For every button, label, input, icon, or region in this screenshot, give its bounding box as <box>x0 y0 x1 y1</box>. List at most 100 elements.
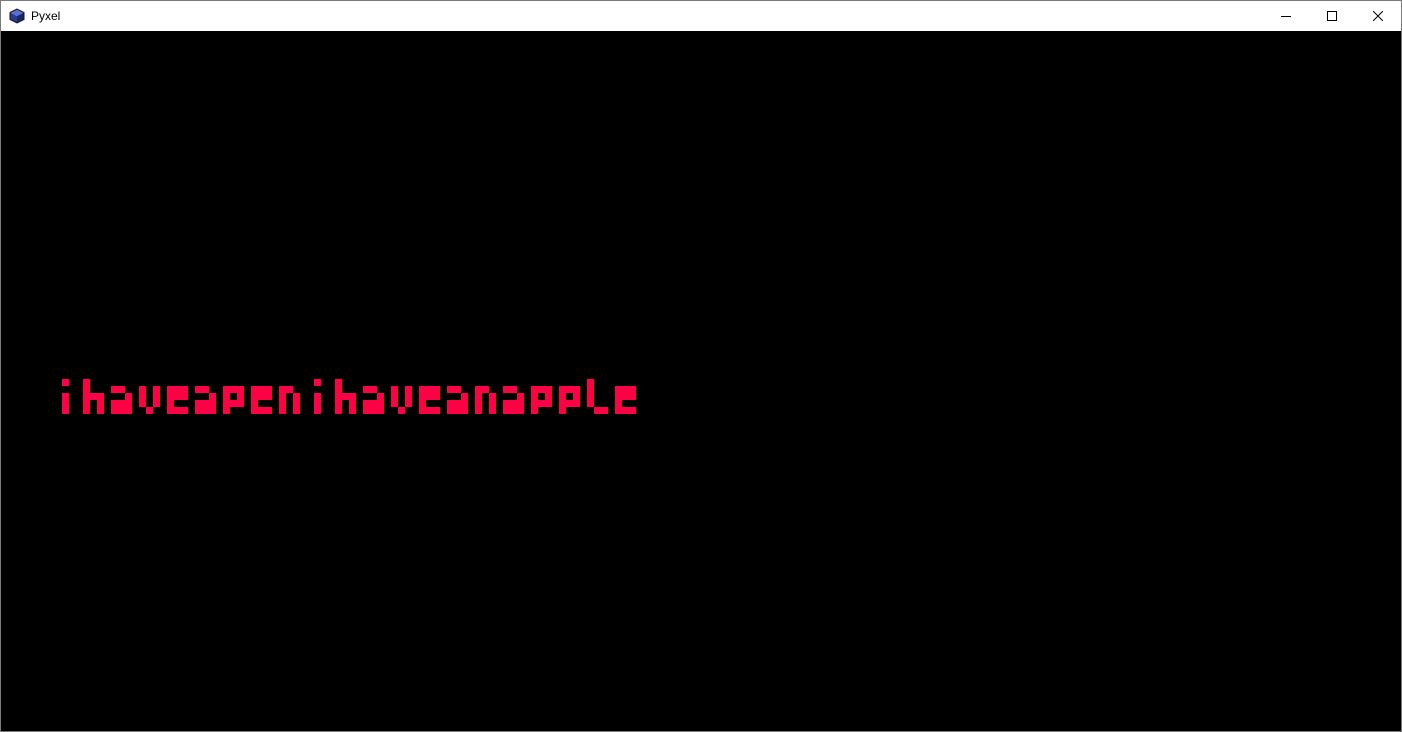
pixel-char-p <box>531 386 552 414</box>
pixel-char-e <box>615 386 636 414</box>
pixel <box>125 393 132 400</box>
pixel <box>391 393 398 400</box>
pixel <box>181 386 188 393</box>
pixel <box>622 393 629 400</box>
pixel <box>293 400 300 407</box>
pixel <box>405 393 412 400</box>
pixel <box>615 400 622 407</box>
pixel <box>538 386 545 393</box>
minimize-button[interactable] <box>1263 1 1309 31</box>
pixel <box>342 393 349 400</box>
close-button[interactable] <box>1355 1 1401 31</box>
pixel <box>629 386 636 393</box>
pixel <box>335 407 342 414</box>
pixel <box>398 407 405 414</box>
pixel <box>587 400 594 407</box>
pixel <box>510 407 517 414</box>
pixel <box>139 386 146 393</box>
pixel <box>237 400 244 407</box>
pixel <box>377 407 384 414</box>
pixel <box>370 386 377 393</box>
pixel <box>118 407 125 414</box>
pixel <box>573 386 580 393</box>
pixel-char-e <box>251 386 272 414</box>
pixel-char-e <box>167 386 188 414</box>
pixel <box>419 393 426 400</box>
pixel-char-a <box>111 386 132 414</box>
pixel <box>83 379 90 386</box>
pixel <box>433 386 440 393</box>
pixel <box>223 393 230 400</box>
pixel <box>447 400 454 407</box>
pixel <box>461 400 468 407</box>
pixel <box>559 386 566 393</box>
pixel <box>90 393 97 400</box>
pixel <box>517 400 524 407</box>
pixel <box>419 407 426 414</box>
maximize-button[interactable] <box>1309 1 1355 31</box>
pixel-char-h <box>83 379 104 414</box>
pixel <box>174 393 181 400</box>
pixel <box>97 407 104 414</box>
pixel <box>251 400 258 407</box>
pixel-text-canvas <box>62 379 636 414</box>
pixel <box>125 407 132 414</box>
pixel <box>83 386 90 393</box>
pixel <box>419 400 426 407</box>
pixel <box>279 407 286 414</box>
pixel <box>622 386 629 393</box>
pixel <box>426 393 433 400</box>
pixel <box>97 400 104 407</box>
pixel <box>167 400 174 407</box>
maximize-icon <box>1327 11 1337 21</box>
pixel <box>426 407 433 414</box>
pixel-char-a <box>195 386 216 414</box>
pixel <box>559 400 566 407</box>
pixel <box>167 407 174 414</box>
pixel <box>538 400 545 407</box>
pixel <box>531 407 538 414</box>
pixel <box>475 407 482 414</box>
pixel <box>335 386 342 393</box>
pixel <box>433 393 440 400</box>
pixel <box>531 393 538 400</box>
title-bar[interactable]: Pyxel <box>1 1 1401 31</box>
pixel-char-i <box>62 379 69 414</box>
pixel-char-p <box>223 386 244 414</box>
pixel <box>174 407 181 414</box>
pixel <box>573 393 580 400</box>
pixel <box>83 400 90 407</box>
pixel <box>622 407 629 414</box>
pixel <box>209 393 216 400</box>
pixel <box>573 400 580 407</box>
pixel <box>363 400 370 407</box>
pixel <box>153 393 160 400</box>
pixel <box>489 393 496 400</box>
pixel <box>293 393 300 400</box>
pixel <box>517 393 524 400</box>
game-screen[interactable] <box>1 31 1401 731</box>
pixel <box>419 386 426 393</box>
pixel <box>62 393 69 400</box>
pixel <box>293 407 300 414</box>
pixel <box>391 386 398 393</box>
pyxel-cube-icon <box>9 8 25 24</box>
pixel <box>503 407 510 414</box>
minimize-icon <box>1281 11 1291 21</box>
pixel <box>454 386 461 393</box>
app-window: Pyxel <box>0 0 1402 732</box>
pixel <box>125 400 132 407</box>
pixel <box>230 400 237 407</box>
pixel <box>475 393 482 400</box>
pixel-char-v <box>139 386 160 414</box>
pixel <box>62 379 69 386</box>
pixel <box>314 400 321 407</box>
pixel-char-i <box>314 379 321 414</box>
pixel <box>265 407 272 414</box>
pixel <box>559 407 566 414</box>
pixel <box>335 393 342 400</box>
pixel <box>153 400 160 407</box>
pixel <box>195 400 202 407</box>
pixel <box>181 407 188 414</box>
pixel <box>279 393 286 400</box>
